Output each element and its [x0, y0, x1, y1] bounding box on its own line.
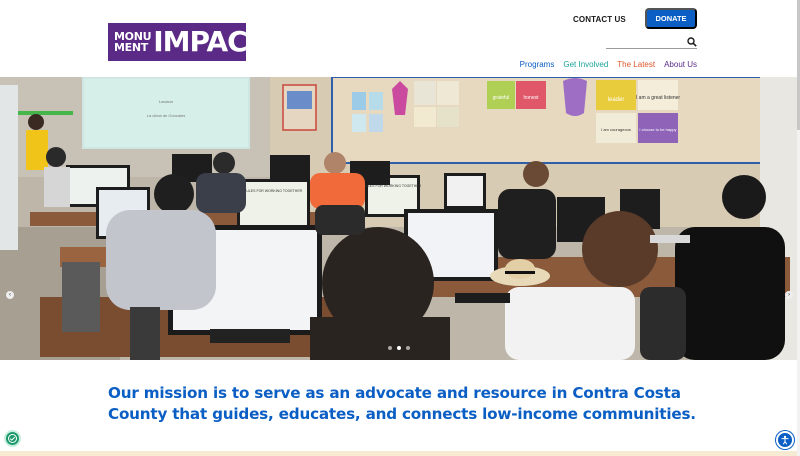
- accessibility-icon: [781, 435, 789, 445]
- logo-line2: MENT: [114, 41, 148, 54]
- logo-small-text: MONU MENT: [114, 31, 152, 54]
- chevron-right-icon: ›: [788, 292, 790, 298]
- slide-dot-3[interactable]: [406, 346, 410, 350]
- poster-listener: I am a great listener: [636, 95, 681, 101]
- hero-slideshow[interactable]: Leccion La clima de Gonzales grateful ho…: [0, 77, 797, 360]
- chevron-left-icon: ‹: [9, 292, 11, 298]
- next-slide-button[interactable]: ›: [785, 291, 793, 299]
- slide-dot-1[interactable]: [388, 346, 392, 350]
- slide-indicators: [388, 346, 410, 350]
- site-logo[interactable]: MONU MENT IMPACT: [108, 23, 266, 61]
- prev-slide-button[interactable]: ‹: [6, 291, 14, 299]
- section-divider: [0, 451, 800, 456]
- projector-text-1: Leccion: [159, 99, 173, 104]
- search-input[interactable]: [606, 48, 697, 49]
- slide-dot-2[interactable]: [397, 346, 401, 350]
- userway-widget-button[interactable]: [4, 430, 21, 447]
- nav-item-programs[interactable]: Programs: [520, 60, 555, 69]
- userway-icon: [8, 434, 17, 443]
- page: MONU MENT IMPACT CONTACT US DONATE Progr…: [0, 0, 800, 456]
- mission-statement: Our mission is to serve as an advocate a…: [108, 384, 696, 423]
- nav-item-the-latest[interactable]: The Latest: [617, 60, 655, 69]
- accessibility-button[interactable]: [776, 431, 794, 449]
- hero-photo: Leccion La clima de Gonzales grateful ho…: [0, 77, 797, 360]
- projector-text-2: La clima de Gonzales: [147, 113, 185, 118]
- contact-us-link[interactable]: CONTACT US: [573, 15, 626, 24]
- search-icon[interactable]: [687, 37, 697, 47]
- poster-courageous: I am courageous: [601, 127, 631, 132]
- poster-leader: leader: [608, 97, 625, 103]
- poster-happy: I choose to be happy: [639, 127, 676, 132]
- nav-item-get-involved[interactable]: Get Involved: [563, 60, 608, 69]
- poster-grateful: grateful: [493, 95, 510, 101]
- main-nav: Programs Get Involved The Latest About U…: [520, 60, 697, 69]
- poster-honest: honest: [523, 95, 539, 101]
- worksheet-text-3: RULES FOR WORKING TOGETHER: [244, 189, 303, 193]
- donate-button[interactable]: DONATE: [645, 8, 697, 29]
- nav-item-about-us[interactable]: About Us: [664, 60, 697, 69]
- logo-big-text: IMPACT: [153, 25, 266, 58]
